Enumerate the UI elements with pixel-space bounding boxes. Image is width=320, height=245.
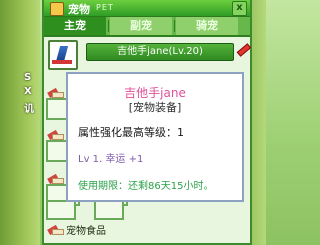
close-button[interactable]: x (232, 1, 247, 16)
background-text-fragment: 讥 (24, 104, 34, 115)
equipment-slot[interactable] (46, 200, 76, 220)
background-text-fragment: X (24, 86, 32, 97)
tooltip-bonus: Lv 1. 幸运 +1 (78, 154, 144, 165)
equip-icon (48, 130, 64, 140)
background-left (0, 0, 40, 245)
tab-main-pet[interactable]: 主宠 (44, 17, 106, 35)
tab-bar: 主宠 副宠 骑宠 (44, 17, 250, 37)
tooltip-attribute: 属性强化最高等级：1 (78, 126, 184, 139)
window-title-sub: PET (96, 3, 114, 12)
item-tooltip: 吉他手jane [宠物装备] 属性强化最高等级：1 Lv 1. 幸运 +1 使用… (66, 72, 244, 202)
window-title: 宠物 (68, 3, 90, 16)
edit-name-button[interactable] (235, 42, 252, 57)
pet-food-label: 宠物食品 (66, 226, 106, 237)
pet-name-level: 吉他手jane(Lv.20) (86, 43, 234, 61)
equip-icon (48, 88, 64, 98)
tab-divider (108, 20, 109, 32)
pencil-icon (236, 43, 252, 57)
tab-mount-pet[interactable]: 骑宠 (176, 17, 238, 35)
food-icon (48, 225, 64, 235)
equipment-slot[interactable] (94, 200, 124, 220)
background-text-fragment: S (24, 72, 32, 83)
tooltip-subtitle: [宠物装备] (128, 101, 182, 114)
title-bar[interactable]: 宠物 PET x (44, 0, 250, 17)
tab-secondary-pet[interactable]: 副宠 (110, 17, 172, 35)
pet-icon (50, 2, 64, 16)
tooltip-expiration: 使用期限：还剩86天15小时。 (78, 181, 214, 192)
tab-divider (174, 20, 175, 32)
pet-portrait[interactable] (48, 40, 78, 70)
equip-icon (48, 174, 64, 184)
